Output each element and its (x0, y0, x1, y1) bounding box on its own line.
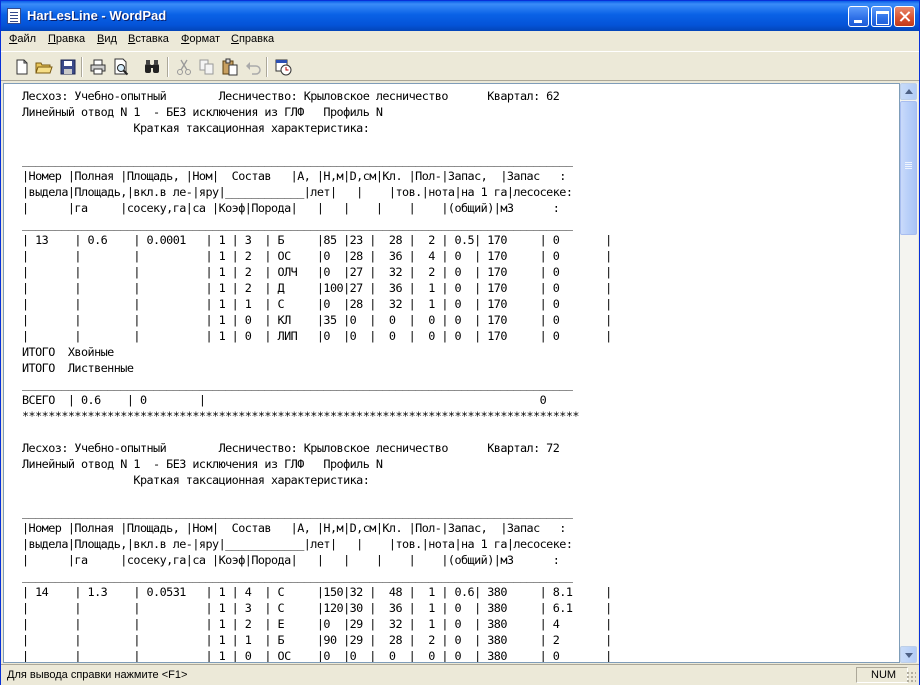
menu-format[interactable]: Формат (181, 33, 220, 45)
undo-icon[interactable] (244, 58, 262, 76)
print-preview-icon[interactable] (112, 58, 130, 76)
document-line: |выдела|Площадь,|вкл.в ле-|яру|_________… (22, 185, 573, 199)
cut-icon[interactable] (175, 58, 193, 76)
document-line: | | | | 1 | 3 | С |120|30 | 36 | 1 | 0 |… (22, 601, 612, 615)
toolbar-separator (266, 57, 268, 77)
document-line: Линейный отвод N 1 - БЕЗ исключения из Г… (22, 105, 383, 119)
status-bar: Для вывода справки нажмите <F1> NUM (1, 664, 919, 685)
scroll-thumb[interactable] (900, 101, 917, 235)
wordpad-app-icon[interactable] (7, 8, 21, 24)
date-time-icon[interactable] (274, 58, 292, 76)
document-line: ИТОГО Лиственные (22, 361, 134, 375)
document-line: | |га |сосеку,га|са |Коэф|Порода| | | | … (22, 201, 560, 215)
document-line: | | | | 1 | 2 | Д |100|27 | 36 | 1 | 0 |… (22, 281, 612, 295)
maximize-button[interactable] (871, 6, 892, 27)
resize-grip[interactable] (906, 671, 916, 683)
document-line: | | | | 1 | 0 | КЛ |35 |0 | 0 | 0 | 0 | … (22, 313, 612, 327)
document-line: | | | | 1 | 1 | С |0 |28 | 32 | 1 | 0 | … (22, 297, 612, 311)
open-folder-icon[interactable] (35, 58, 53, 76)
wordpad-window: HarLesLine - WordPad Файл Правка Вид Вст… (0, 0, 920, 685)
document-line: ________________________________________… (22, 153, 573, 167)
document-line: | 13 | 0.6 | 0.0001 | 1 | 3 | Б |85 |23 … (22, 233, 612, 247)
document-line: | |га |сосеку,га|са |Коэф|Порода| | | | … (22, 553, 560, 567)
num-lock-indicator: NUM (856, 667, 908, 683)
status-help-text: Для вывода справки нажмите <F1> (7, 669, 188, 681)
menu-help[interactable]: Справка (231, 33, 274, 45)
document-line: ________________________________________… (22, 569, 573, 583)
document-line: ВСЕГО | 0.6 | 0 | 0 (22, 393, 547, 407)
document-line: | | | | 1 | 0 | ЛИП |0 |0 | 0 | 0 | 0 | … (22, 329, 612, 343)
document-line: | | | | 1 | 2 | ОС |0 |28 | 36 | 4 | 0 |… (22, 249, 612, 263)
document-editor[interactable]: Лесхоз: Учебно-опытный Лесничество: Крыл… (3, 83, 900, 663)
save-disk-icon[interactable] (59, 58, 77, 76)
menu-file[interactable]: Файл (9, 33, 36, 45)
document-line: | | | | 1 | 1 | Б |90 |29 | 28 | 2 | 0 |… (22, 633, 612, 647)
document-line: |Номер |Полная |Площадь, |Ном| Состав |А… (22, 169, 566, 183)
document-line: | | | | 1 | 2 | Е |0 |29 | 32 | 1 | 0 | … (22, 617, 612, 631)
copy-icon[interactable] (198, 58, 216, 76)
paste-icon[interactable] (221, 58, 239, 76)
minimize-button[interactable] (848, 6, 869, 27)
menu-edit[interactable]: Правка (48, 33, 85, 45)
window-title: HarLesLine - WordPad (27, 8, 167, 23)
document-line: |выдела|Площадь,|вкл.в ле-|яру|_________… (22, 537, 573, 551)
document-line: ________________________________________… (22, 377, 573, 391)
document-line: Лесхоз: Учебно-опытный Лесничество: Крыл… (22, 89, 560, 103)
document-line: Краткая таксационная характеристика: (22, 473, 370, 487)
document-line: | | | | 1 | 2 | ОЛЧ |0 |27 | 32 | 2 | 0 … (22, 265, 612, 279)
new-document-icon[interactable] (13, 58, 31, 76)
find-icon[interactable] (143, 58, 161, 76)
print-icon[interactable] (89, 58, 107, 76)
menu-insert[interactable]: Вставка (128, 33, 169, 45)
document-text[interactable]: Лесхоз: Учебно-опытный Лесничество: Крыл… (22, 88, 612, 663)
toolbar (1, 51, 919, 81)
document-line: Линейный отвод N 1 - БЕЗ исключения из Г… (22, 457, 383, 471)
document-line: ИТОГО Хвойные (22, 345, 114, 359)
toolbar-separator (81, 57, 83, 77)
document-line: |Номер |Полная |Площадь, |Ном| Состав |А… (22, 521, 566, 535)
scroll-up-button[interactable] (900, 83, 917, 100)
title-bar[interactable]: HarLesLine - WordPad (1, 1, 919, 31)
scroll-down-button[interactable] (900, 646, 917, 663)
document-line: ________________________________________… (22, 505, 573, 519)
menu-view[interactable]: Вид (97, 33, 117, 45)
vertical-scrollbar[interactable] (900, 83, 918, 663)
close-button[interactable] (894, 6, 915, 27)
document-line: ****************************************… (22, 409, 580, 423)
document-line: | | | | 1 | 0 | ОС |0 |0 | 0 | 0 | 0 | 3… (22, 649, 612, 663)
toolbar-separator (167, 57, 169, 77)
document-line: | 14 | 1.3 | 0.0531 | 1 | 4 | С |150|32 … (22, 585, 612, 599)
menu-bar: Файл Правка Вид Вставка Формат Справка (1, 31, 919, 50)
document-line: Лесхоз: Учебно-опытный Лесничество: Крыл… (22, 441, 560, 455)
document-line: ________________________________________… (22, 217, 573, 231)
document-line: Краткая таксационная характеристика: (22, 121, 370, 135)
